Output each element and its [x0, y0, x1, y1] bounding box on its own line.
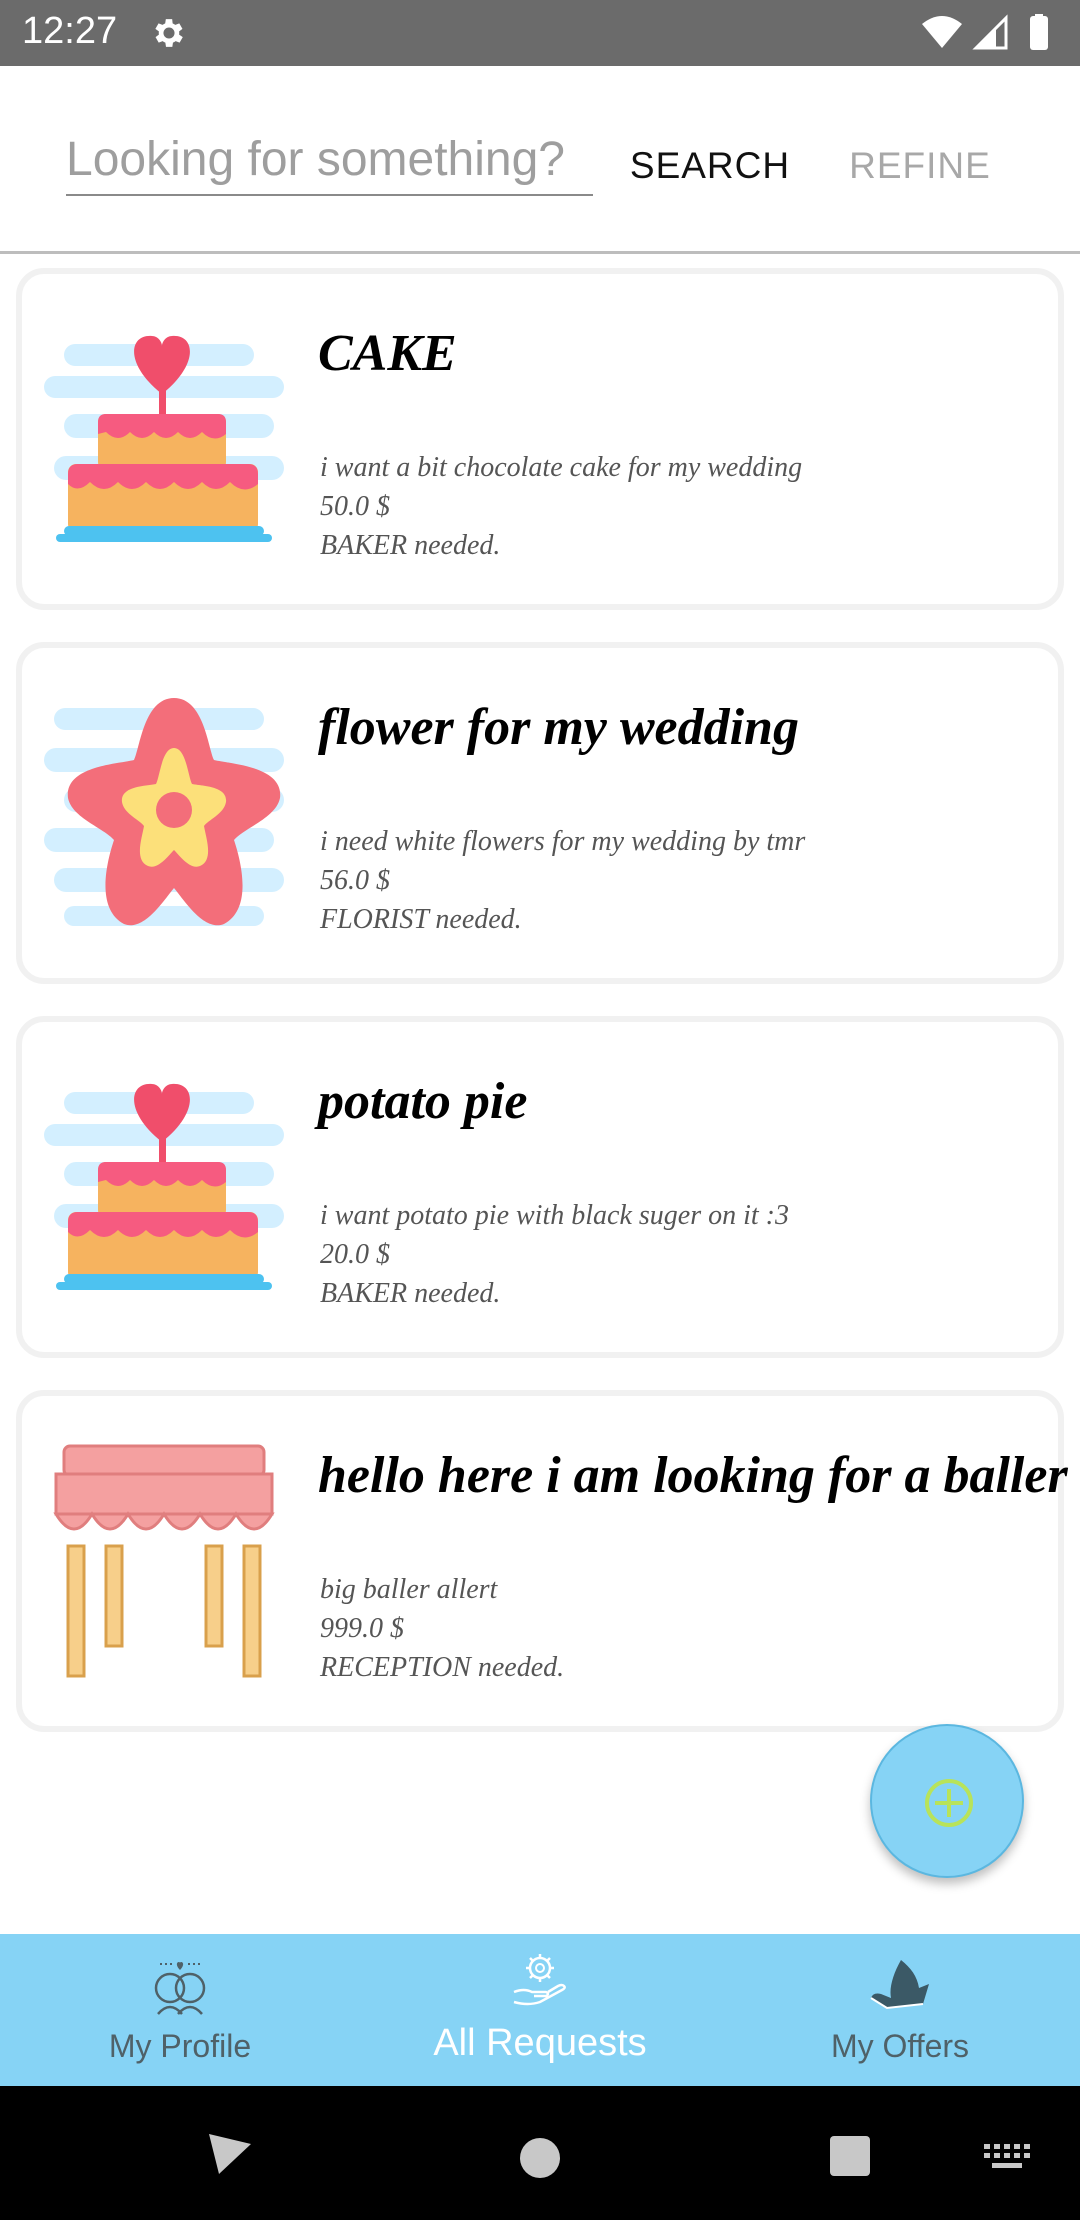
wifi-icon	[922, 16, 962, 48]
plus-circle-icon	[925, 1779, 973, 1827]
request-price: 999.0 $	[320, 1613, 404, 1644]
request-details: i want a bit chocolate cake for my weddi…	[320, 448, 802, 565]
request-description: i need white flowers for my wedding by t…	[320, 826, 806, 857]
back-icon[interactable]	[205, 2130, 255, 2178]
system-navigation-bar	[0, 2086, 1080, 2220]
bottom-navigation: My Profile All Requests My Offers	[0, 1934, 1080, 2086]
request-description: i want potato pie with black suger on it…	[320, 1200, 789, 1231]
status-time: 12:27	[22, 10, 118, 52]
add-request-button[interactable]	[870, 1724, 1024, 1878]
keyboard-icon[interactable]	[984, 2144, 1030, 2174]
request-role: BAKER needed.	[320, 1278, 501, 1309]
couple-icon	[154, 1962, 206, 2015]
cake-icon	[44, 335, 284, 542]
request-card[interactable]: potato pie i want potato pie with black …	[16, 1016, 1064, 1358]
cake-icon	[44, 1083, 284, 1290]
hand-offer-icon	[870, 1960, 929, 2010]
request-details: big baller allert 999.0 $ RECEPTION need…	[320, 1570, 564, 1687]
request-card[interactable]: hello here i am looking for a baller big…	[16, 1390, 1068, 1732]
request-price: 56.0 $	[320, 865, 390, 896]
request-description: i want a bit chocolate cake for my weddi…	[320, 452, 803, 483]
request-title: hello here i am looking for a baller	[318, 1447, 1068, 1504]
search-header: SEARCH REFINE	[0, 66, 1080, 254]
request-title: potato pie	[318, 1073, 528, 1130]
nav-item-my-profile[interactable]: My Profile	[0, 1934, 360, 2086]
nav-item-my-offers[interactable]: My Offers	[720, 1934, 1080, 2086]
canopy-icon	[53, 1444, 275, 1678]
status-bar: 12:27	[0, 0, 1080, 66]
search-input[interactable]	[66, 124, 593, 196]
request-card[interactable]: CAKE i want a bit chocolate cake for my …	[16, 268, 1064, 610]
request-card[interactable]: flower for my wedding i need white flowe…	[16, 642, 1064, 984]
nav-label: My Profile	[108, 2028, 252, 2064]
nav-label: My Offers	[830, 2028, 970, 2064]
request-role: BAKER needed.	[320, 530, 501, 561]
request-role: RECEPTION needed.	[320, 1652, 565, 1683]
gear-hand-icon	[513, 1954, 566, 2006]
status-indicators	[922, 14, 1048, 50]
request-price: 50.0 $	[320, 491, 390, 522]
request-title: CAKE	[318, 325, 457, 382]
request-details: i need white flowers for my wedding by t…	[320, 822, 805, 939]
recents-icon[interactable]	[828, 2134, 872, 2178]
request-description: big baller allert	[320, 1574, 498, 1605]
settings-gear-icon	[155, 19, 183, 47]
request-title: flower for my wedding	[318, 699, 799, 756]
flower-icon	[44, 698, 284, 926]
request-role: FLORIST needed.	[320, 904, 522, 935]
nav-item-all-requests[interactable]: All Requests	[360, 1934, 720, 2086]
request-details: i want potato pie with black suger on it…	[320, 1196, 789, 1313]
nav-label: All Requests	[433, 2022, 647, 2064]
home-icon[interactable]	[518, 2136, 562, 2180]
request-price: 20.0 $	[320, 1239, 390, 1270]
search-button[interactable]: SEARCH	[620, 136, 800, 196]
refine-button[interactable]: REFINE	[830, 136, 1010, 196]
battery-icon	[1030, 16, 1048, 50]
